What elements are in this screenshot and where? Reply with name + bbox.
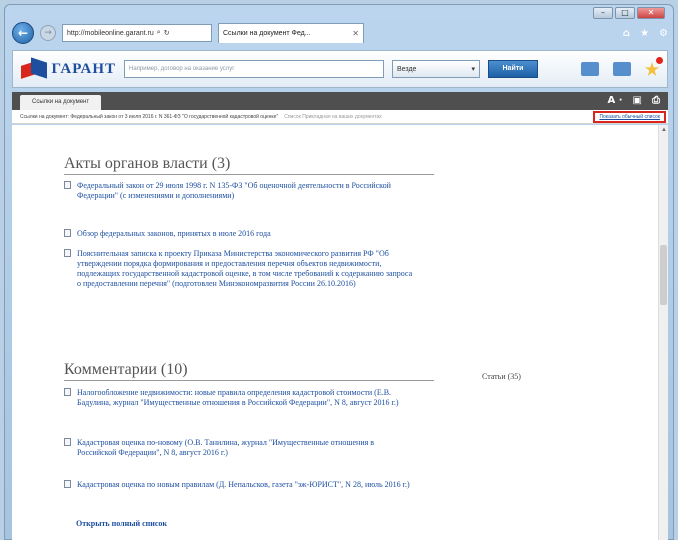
logo-mark-icon — [21, 57, 49, 79]
browser-tab[interactable]: Ссылки на документ Фед... ✕ — [218, 23, 364, 43]
section-title-comments: Комментарии (10) — [64, 361, 188, 378]
tab-title: Ссылки на документ Фед... — [223, 30, 311, 37]
minimize-button[interactable]: – — [593, 7, 613, 19]
section-divider — [64, 174, 434, 175]
chevron-down-icon: ▾ — [471, 66, 475, 73]
articles-link[interactable]: Статьи (35) — [482, 372, 521, 381]
forward-button[interactable]: → — [40, 25, 56, 41]
app-toolbar: ГАРАНТ Например, договор на оказание усл… — [12, 50, 668, 88]
back-button[interactable]: ← — [12, 22, 34, 44]
address-bar[interactable]: http://mobileonline.garant.ru ⌕ ↻ — [62, 24, 212, 42]
document-tools: A · ▣ ⎙ — [608, 92, 668, 110]
item-text: Налогообложение недвижимости: новые прав… — [77, 388, 399, 407]
list-icon[interactable] — [581, 62, 599, 76]
section-title-acts: Акты органов власти (3) — [64, 155, 231, 172]
star-icon[interactable]: ★ — [640, 28, 649, 39]
logo-text: ГАРАНТ — [51, 60, 116, 77]
notifications[interactable] — [645, 57, 663, 76]
garant-logo[interactable]: ГАРАНТ — [21, 57, 116, 79]
list-item[interactable]: Кадастровая оценка по новым правилам (Д.… — [64, 480, 414, 502]
browser-icons: ⌂ ★ ⚙ — [623, 28, 668, 39]
open-full-list-link[interactable]: Открыть полный список — [76, 519, 167, 528]
vertical-scrollbar[interactable]: ▲ — [658, 125, 668, 540]
item-text: Федеральный закон от 29 июля 1998 г. N 1… — [77, 181, 391, 200]
search-input[interactable]: Например, договор на оказание услуг — [124, 60, 384, 78]
show-plain-list-link[interactable]: Показать обычный список — [593, 111, 666, 123]
address-row: ← → http://mobileonline.garant.ru ⌕ ↻ Сс… — [12, 20, 668, 46]
document-icon — [64, 181, 71, 189]
list-item[interactable]: Федеральный закон от 29 июля 1998 г. N 1… — [64, 181, 414, 213]
list-item[interactable]: Налогообложение недвижимости: новые прав… — [64, 388, 414, 430]
toolbar-icons — [581, 57, 663, 76]
breadcrumb-text: Ссылки на документ: Федеральный закон от… — [20, 113, 279, 120]
scrollbar-thumb[interactable] — [660, 245, 667, 305]
breadcrumb-hint: Список Прикладная на ваших документах — [284, 113, 382, 120]
favorites-icon — [645, 62, 659, 76]
notification-badge — [656, 57, 663, 64]
item-text: Кадастровая оценка по новым правилам (Д.… — [77, 480, 410, 489]
address-text: http://mobileonline.garant.ru — [67, 29, 154, 37]
item-text: Кадастровая оценка по-новому (О.В. Танил… — [77, 438, 375, 457]
compare-icon[interactable] — [613, 62, 631, 76]
window-controls: – □ ✕ — [593, 7, 665, 19]
search-icon: ⌕ — [156, 29, 161, 36]
section-divider — [64, 380, 434, 381]
print-icon[interactable]: ⎙ — [652, 92, 660, 110]
close-window-button[interactable]: ✕ — [637, 7, 665, 19]
document-icon — [64, 229, 71, 237]
scope-value: Везде — [397, 65, 417, 73]
document-content: Акты органов власти (3) Федеральный зако… — [12, 125, 668, 540]
document-icon — [64, 438, 71, 446]
find-button[interactable]: Найти — [488, 60, 538, 78]
breadcrumb: Ссылки на документ: Федеральный закон от… — [12, 110, 668, 124]
refresh-icon[interactable]: ↻ — [164, 29, 170, 37]
save-icon[interactable]: ▣ — [633, 92, 642, 110]
gear-icon[interactable]: ⚙ — [659, 28, 668, 39]
tab-close-icon[interactable]: ✕ — [352, 29, 359, 38]
list-item[interactable]: Обзор федеральных законов, принятых в ию… — [64, 229, 414, 241]
item-text: Обзор федеральных законов, принятых в ию… — [77, 229, 271, 238]
maximize-button[interactable]: □ — [615, 7, 635, 19]
home-icon[interactable]: ⌂ — [623, 28, 630, 39]
font-size-control[interactable]: A · — [608, 92, 623, 110]
search-placeholder: Например, договор на оказание услуг — [129, 66, 235, 72]
document-icon — [64, 388, 71, 396]
document-icon — [64, 249, 71, 257]
scroll-up-icon[interactable]: ▲ — [661, 127, 667, 133]
item-text: Пояснительная записка к проекту Приказа … — [77, 249, 413, 288]
tab-links[interactable]: Ссылки на документ — [20, 95, 102, 110]
list-item[interactable]: Пояснительная записка к проекту Приказа … — [64, 249, 414, 329]
document-icon — [64, 480, 71, 488]
search-scope-select[interactable]: Везде ▾ — [392, 60, 480, 78]
document-tabbar: Ссылки на документ A · ▣ ⎙ — [12, 92, 668, 110]
list-item[interactable]: Кадастровая оценка по-новому (О.В. Танил… — [64, 438, 414, 470]
